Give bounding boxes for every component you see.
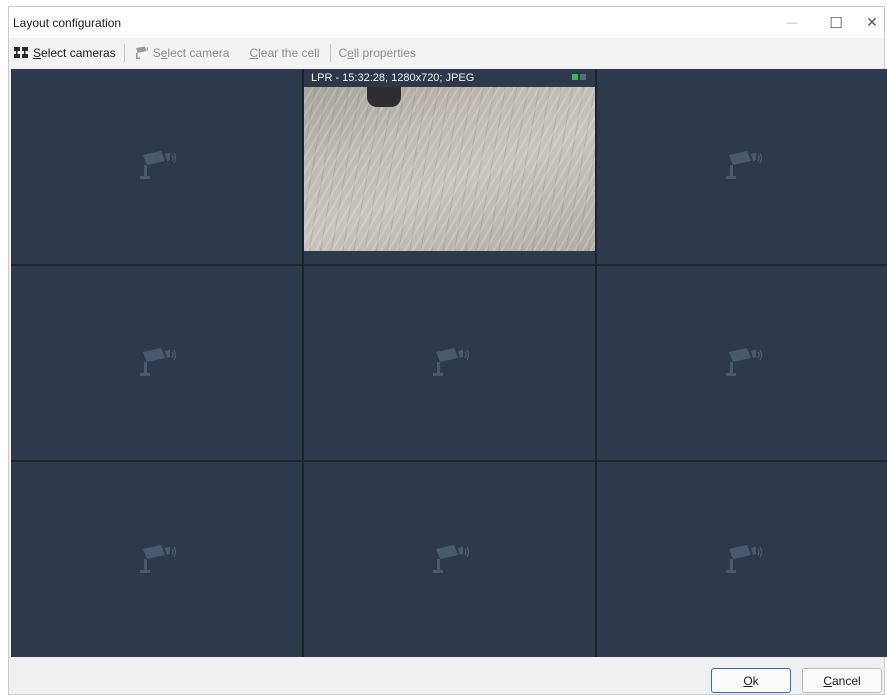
- ok-button[interactable]: Ok: [711, 668, 791, 693]
- select-cameras-button[interactable]: Select cameras: [9, 41, 120, 65]
- select-camera-button[interactable]: Select camera: [129, 41, 234, 65]
- toolbar-separator: [123, 44, 125, 62]
- layout-cell-empty[interactable]: [11, 265, 302, 461]
- surveillance-camera-icon: [137, 149, 177, 183]
- layout-cell-active[interactable]: LPR - 15:32:28; 1280x720; JPEG: [304, 69, 595, 264]
- surveillance-camera-icon: [137, 543, 177, 577]
- select-cameras-label: Select cameras: [33, 46, 116, 60]
- camera-info-overlay: LPR - 15:32:28; 1280x720; JPEG: [306, 70, 480, 87]
- camera-layout-grid: LPR - 15:32:28; 1280x720; JPEG: [11, 69, 887, 657]
- toolbar: Select cameras Select camera Clear the c…: [9, 39, 884, 67]
- title-bar: Layout configuration — ☐ ✕: [9, 7, 884, 38]
- maximize-icon: ☐: [829, 14, 843, 32]
- minimize-icon: —: [786, 16, 798, 29]
- cell-properties-button[interactable]: Cell properties: [335, 41, 420, 65]
- layout-configuration-window: Layout configuration — ☐ ✕ Select camera…: [8, 6, 887, 695]
- minimize-button[interactable]: —: [772, 7, 812, 38]
- cancel-label: Cancel: [823, 673, 861, 688]
- layout-cell-empty[interactable]: [304, 265, 595, 461]
- camera-icon: [135, 46, 148, 60]
- layout-cell-empty[interactable]: [597, 265, 887, 461]
- close-icon: ✕: [866, 14, 878, 30]
- surveillance-camera-icon: [430, 543, 470, 577]
- cell-properties-label: Cell properties: [338, 46, 416, 60]
- vehicle-tire: [367, 87, 401, 107]
- camera-group-icon: [14, 47, 28, 58]
- layout-cell-empty[interactable]: [11, 69, 302, 264]
- surveillance-camera-icon: [137, 346, 177, 380]
- select-camera-label: Select camera: [152, 46, 230, 60]
- toolbar-separator: [329, 44, 331, 62]
- layout-cell-empty[interactable]: [11, 462, 302, 657]
- clear-cell-label: Clear the cell: [249, 46, 320, 60]
- close-button[interactable]: ✕: [852, 7, 887, 38]
- ok-label: Ok: [743, 673, 759, 688]
- maximize-button[interactable]: ☐: [816, 7, 856, 38]
- layout-cell-empty[interactable]: [304, 462, 595, 657]
- cancel-button[interactable]: Cancel: [802, 668, 882, 693]
- layout-cell-empty[interactable]: [597, 462, 887, 657]
- dialog-footer: Ok Cancel: [9, 658, 884, 694]
- camera-video-feed: [304, 87, 595, 251]
- surveillance-camera-icon: [723, 149, 763, 183]
- surveillance-camera-icon: [430, 346, 470, 380]
- status-indicator-online: [572, 74, 578, 80]
- surveillance-camera-icon: [723, 543, 763, 577]
- clear-cell-button[interactable]: Clear the cell: [245, 41, 323, 65]
- surveillance-camera-icon: [723, 346, 763, 380]
- status-indicator-secondary: [580, 74, 586, 80]
- window-title: Layout configuration: [13, 16, 122, 30]
- layout-cell-empty[interactable]: [597, 69, 887, 264]
